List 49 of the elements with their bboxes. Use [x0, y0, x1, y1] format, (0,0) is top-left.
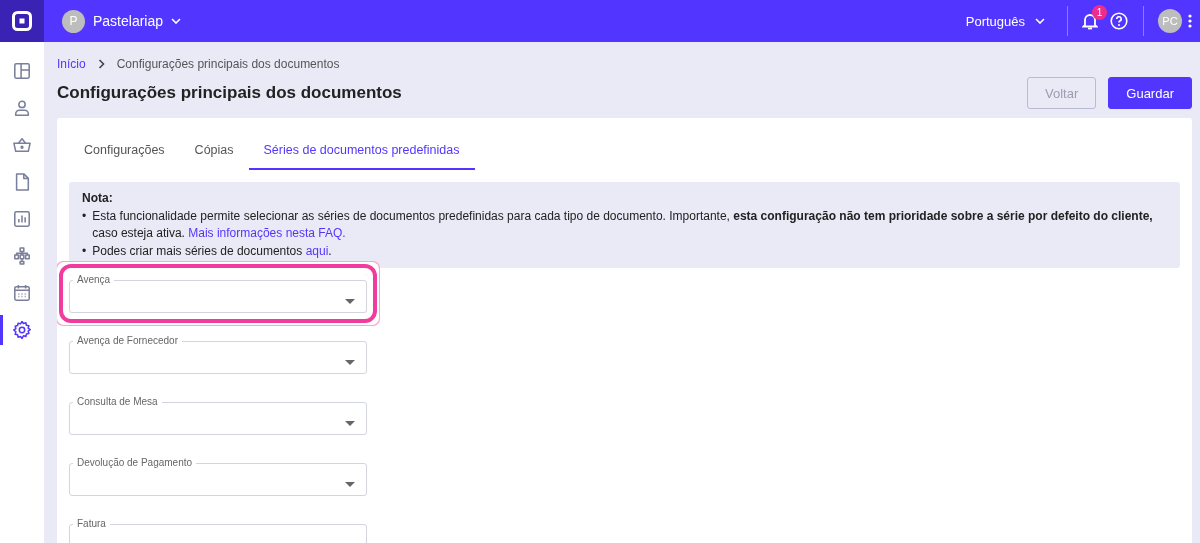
chart-icon [13, 210, 31, 228]
breadcrumb-link[interactable]: Início [57, 57, 86, 71]
calendar-icon [13, 284, 31, 302]
field-label: Fatura [76, 518, 107, 530]
dropdown-arrow-icon [345, 421, 355, 426]
select-field[interactable]: Avença [69, 274, 367, 313]
dropdown-arrow-icon [345, 360, 355, 365]
note-text: Podes criar mais séries de documentos aqui. [92, 242, 332, 260]
network-icon [13, 247, 31, 265]
help-button[interactable] [1110, 12, 1128, 30]
tab[interactable]: Séries de documentos predefinidas [248, 130, 475, 170]
more-vertical-icon [1188, 14, 1192, 28]
field-label: Devolução de Pagamento [76, 457, 194, 469]
bullet-marker: • [82, 242, 87, 260]
more-menu-button[interactable] [1188, 14, 1192, 28]
dropdown-arrow-icon [345, 299, 355, 304]
settings-icon [13, 321, 31, 339]
dashboard-icon [13, 62, 31, 80]
notification-badge: 1 [1092, 5, 1107, 20]
document-icon [13, 173, 31, 191]
select-field[interactable]: Devolução de Pagamento [69, 457, 367, 496]
field-label: Avença de Fornecedor [76, 335, 179, 347]
bullet-marker: • [82, 207, 87, 225]
app-logo-icon[interactable] [12, 11, 32, 31]
field-label: Avença [76, 274, 112, 286]
help-icon [1110, 12, 1128, 30]
chevron-down-icon [171, 18, 182, 24]
user-icon [13, 99, 31, 117]
select-field[interactable]: Fatura [69, 518, 367, 543]
select-field[interactable]: Avença de Fornecedor [69, 335, 367, 374]
company-avatar: P [62, 9, 85, 33]
link[interactable]: Mais informações nesta FAQ. [188, 226, 346, 240]
basket-icon [13, 136, 31, 154]
language-selector[interactable]: Português [965, 13, 1045, 29]
chevron-right-icon [97, 59, 105, 69]
bell-icon [1082, 12, 1098, 30]
dropdown-arrow-icon [345, 482, 355, 487]
tab[interactable]: Cópias [179, 130, 249, 170]
select-field[interactable]: Consulta de Mesa [69, 396, 367, 435]
field-label: Consulta de Mesa [76, 396, 159, 408]
notifications-button[interactable] [1082, 12, 1098, 30]
save-button[interactable]: Guardar [1108, 77, 1192, 109]
company-selector[interactable]: P Pastelariap [62, 9, 182, 33]
note-text: Esta funcionalidade permite selecionar as séries de documentos predefinidas para cada tipo de documento. Importante, esta configuração não tem prioridade sobre a série por defeito do cliente, caso esteja ativa. Mais informações nesta FAQ. [92, 207, 1154, 242]
tab[interactable]: Configurações [69, 130, 180, 170]
chevron-down-icon [1035, 18, 1045, 24]
note-heading: Nota: [82, 190, 114, 207]
breadcrumb-current: Configurações principais dos documentos [116, 57, 340, 71]
page-title: Configurações principais dos documentos [57, 83, 403, 103]
